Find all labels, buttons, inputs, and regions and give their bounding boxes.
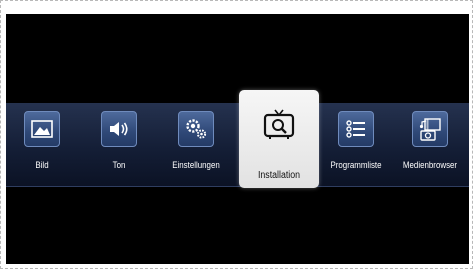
menu-label-einstellungen: Einstellungen xyxy=(172,160,220,170)
menu-label-ton: Ton xyxy=(112,160,126,170)
gears-tile xyxy=(178,111,214,147)
gears-icon xyxy=(186,119,207,139)
menu-item-programmliste[interactable]: Programmliste xyxy=(323,103,389,187)
page-frame: Bild Ton Einstellungen Installation Prog… xyxy=(0,0,473,269)
media-icon xyxy=(419,118,441,141)
menu-label-bild: Bild xyxy=(35,160,49,170)
menu-label-programmliste: Programmliste xyxy=(330,160,382,170)
menu-item-ton[interactable]: Ton xyxy=(90,103,148,187)
menu-label-medienbrowser: Medienbrowser xyxy=(402,160,458,170)
media-tile xyxy=(412,111,448,147)
menu-item-medienbrowser[interactable]: Medienbrowser xyxy=(395,103,465,187)
list-icon xyxy=(346,120,365,138)
main-menu-bar: Bild Ton Einstellungen Installation Prog… xyxy=(6,90,469,188)
speaker-tile xyxy=(101,111,137,147)
tv-screen: Bild Ton Einstellungen Installation Prog… xyxy=(6,14,469,264)
menu-label-installation: Installation xyxy=(257,170,301,181)
picture-icon xyxy=(31,120,53,138)
menu-item-installation[interactable]: Installation xyxy=(239,90,319,188)
menu-item-bild[interactable]: Bild xyxy=(13,103,71,187)
menu-item-einstellungen[interactable]: Einstellungen xyxy=(163,103,229,187)
tv-search-icon xyxy=(263,109,295,139)
list-tile xyxy=(338,111,374,147)
speaker-icon xyxy=(110,122,128,136)
picture-tile xyxy=(24,111,60,147)
